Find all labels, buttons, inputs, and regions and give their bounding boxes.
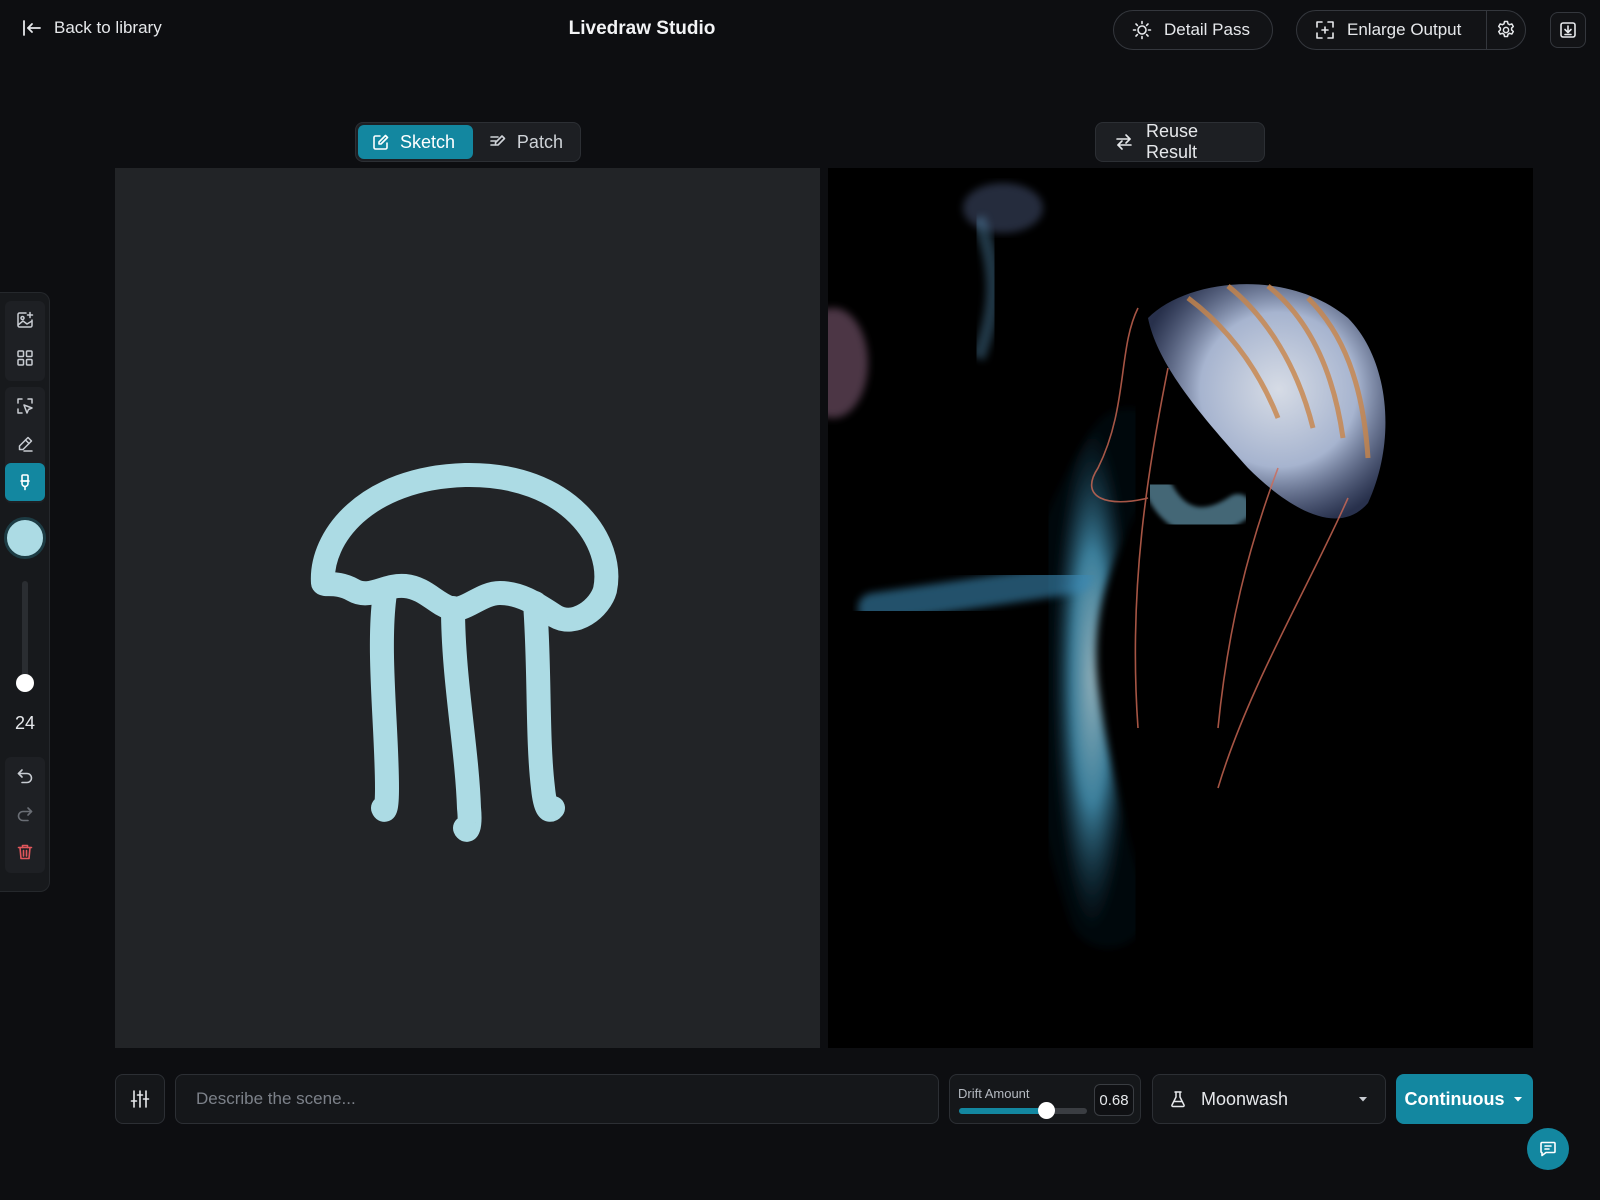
tab-patch-label: Patch (516, 131, 563, 152)
grid-tool[interactable] (5, 339, 45, 377)
style-select-value: Moonwash (1201, 1088, 1289, 1109)
tab-sketch[interactable]: Sketch (358, 125, 473, 159)
redo-button[interactable] (5, 795, 45, 833)
sliders-icon (130, 1089, 150, 1109)
enlarge-icon (1315, 20, 1335, 40)
select-icon (16, 397, 34, 415)
run-mode-button[interactable]: Continuous (1396, 1074, 1533, 1124)
drift-amount-label: Drift Amount (958, 1086, 1030, 1101)
brush-size-handle[interactable] (16, 673, 34, 692)
tool-group-draw (5, 387, 45, 503)
redo-icon (16, 805, 34, 823)
eraser-tool[interactable] (5, 425, 45, 463)
sun-icon (1132, 20, 1152, 40)
app-title: Livedraw Studio (568, 18, 716, 39)
brush-tool[interactable] (5, 463, 45, 501)
detail-pass-label: Detail Pass (1164, 20, 1250, 39)
drift-amount-handle[interactable] (1038, 1102, 1056, 1119)
download-icon (1559, 21, 1577, 39)
chat-bubble-icon (1539, 1140, 1557, 1158)
add-image-tool[interactable] (5, 301, 45, 339)
grid-icon (16, 349, 34, 367)
tool-sidebar: 24 (0, 292, 50, 892)
sketch-canvas[interactable] (115, 168, 820, 1048)
enlarge-output-button[interactable]: Enlarge Output (1297, 11, 1487, 49)
trash-icon (16, 843, 34, 861)
style-select[interactable]: Moonwash (1152, 1074, 1386, 1124)
gear-icon (1496, 20, 1516, 40)
clear-canvas-button[interactable] (5, 833, 45, 871)
chat-button[interactable] (1527, 1128, 1569, 1170)
pencil-square-icon (372, 133, 390, 151)
caret-down-icon (1512, 1093, 1524, 1105)
swap-arrows-icon (1114, 132, 1134, 152)
eraser-icon (16, 435, 34, 453)
prompt-input[interactable] (175, 1074, 939, 1124)
enlarge-group: Enlarge Output (1296, 10, 1526, 50)
run-mode-label: Continuous (1404, 1088, 1505, 1109)
tab-patch[interactable]: Patch (475, 125, 578, 159)
tool-group-insert (5, 301, 45, 381)
chevron-down-icon (1357, 1093, 1369, 1105)
add-image-icon (16, 311, 34, 329)
reuse-result-button[interactable]: Reuse Result (1095, 121, 1265, 162)
drift-amount-control: Drift Amount 0.68 (949, 1074, 1141, 1124)
export-button[interactable] (1550, 12, 1586, 48)
enlarge-output-label: Enlarge Output (1347, 20, 1462, 39)
drift-amount-value[interactable]: 0.68 (1094, 1084, 1134, 1116)
drift-amount-fill (959, 1108, 1047, 1114)
adjustments-button[interactable] (115, 1074, 165, 1124)
flask-icon (1169, 1090, 1187, 1108)
brush-icon (16, 473, 34, 491)
detail-pass-button[interactable]: Detail Pass (1113, 10, 1273, 50)
tab-sketch-label: Sketch (400, 131, 456, 152)
tool-group-history (5, 757, 45, 873)
brush-color-swatch[interactable] (4, 517, 46, 559)
settings-button[interactable] (1487, 11, 1525, 49)
select-tool[interactable] (5, 387, 45, 425)
reuse-result-label: Reuse Result (1146, 121, 1199, 162)
jellyfish-output-image (828, 183, 1386, 948)
drift-amount-slider[interactable] (959, 1102, 1087, 1119)
patch-edit-icon (489, 133, 507, 151)
output-canvas (828, 168, 1533, 1048)
undo-button[interactable] (5, 757, 45, 795)
jellyfish-sketch (310, 462, 619, 842)
undo-icon (16, 767, 34, 785)
mode-switch: Sketch Patch (355, 122, 581, 162)
brush-size-value: 24 (14, 713, 36, 733)
